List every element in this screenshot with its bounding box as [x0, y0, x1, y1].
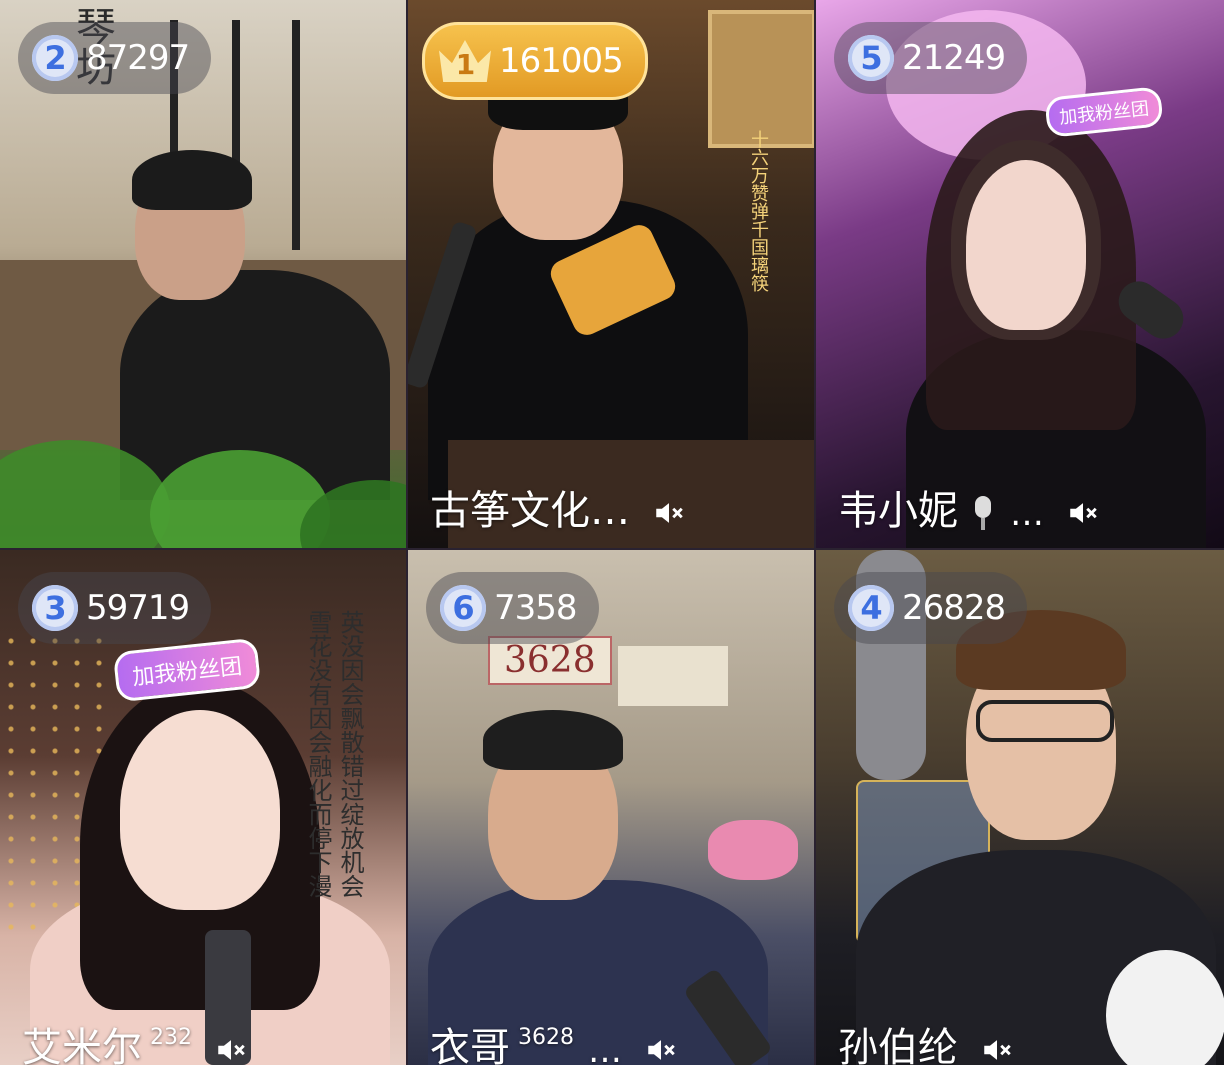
rank-badge: 1 161005 [422, 22, 648, 100]
streamer-face [120, 710, 280, 910]
score-value: 59719 [86, 588, 190, 628]
stream-tile-rank-1[interactable]: 十六万赞弹千国璃筷 1 161005 古筝文化… [408, 0, 814, 548]
erhu-instrument [292, 20, 300, 250]
speaker-muted-icon[interactable] [1066, 496, 1100, 530]
stream-tile-rank-3[interactable]: 加我粉丝团 英没因会飘散错过绽放机会 雪花没有因会融化而停下漫 3 59719 … [0, 550, 406, 1065]
rank-badge: 2 87297 [18, 22, 212, 94]
speaker-muted-icon[interactable] [644, 1033, 678, 1065]
microphone-icon [975, 496, 991, 530]
streamer-name-bar: 衣哥 3628 … [430, 1025, 678, 1065]
rank-badge: 3 59719 [18, 572, 212, 644]
hair [483, 710, 623, 770]
rank-number: 3 [32, 585, 78, 631]
name-ellipsis: … [1010, 494, 1044, 534]
streamer-name-bar: 韦小妮 … [838, 488, 1100, 534]
rank-badge: 6 7358 [426, 572, 599, 644]
streamer-face [966, 160, 1086, 330]
stream-tile-rank-5[interactable]: 加我粉丝团 5 21249 韦小妮 … [816, 0, 1224, 548]
streamer-name: 古筝文化… [430, 488, 630, 534]
streamer-name: 衣哥 [430, 1025, 510, 1065]
pink-basin [708, 820, 798, 880]
glasses [976, 700, 1114, 742]
streamer-name: 艾米尔 [22, 1025, 142, 1065]
plush-toy [1106, 950, 1224, 1065]
crown-icon: 1 [439, 36, 491, 86]
rank-number: 5 [848, 35, 894, 81]
lyrics-line: 雪花没有因会融化而停下漫 [304, 610, 332, 898]
side-text: 十六万赞弹千国璃筷 [748, 130, 769, 292]
rank-badge: 4 26828 [834, 572, 1028, 644]
score-value: 7358 [494, 588, 578, 628]
speaker-muted-icon[interactable] [652, 496, 686, 530]
stream-tile-rank-6[interactable]: 3628 6 7358 衣哥 3628 … [408, 550, 814, 1065]
score-value: 21249 [902, 38, 1006, 78]
speaker-muted-icon[interactable] [980, 1033, 1014, 1065]
speaker-muted-icon[interactable] [214, 1033, 248, 1065]
streamer-name-bar: 古筝文化… [430, 488, 686, 534]
score-value: 26828 [902, 588, 1006, 628]
wall-poster [618, 646, 728, 706]
rank-number: 2 [32, 35, 78, 81]
rank-number: 4 [848, 585, 894, 631]
stream-tile-rank-4[interactable]: 4 26828 孙伯纶 [816, 550, 1224, 1065]
rank-badge: 5 21249 [834, 22, 1028, 94]
stream-tile-rank-2[interactable]: 琴坊 2 87297 [0, 0, 406, 548]
score-value: 87297 [86, 38, 190, 78]
lyrics-line: 英没因会飘散错过绽放机会 [336, 610, 364, 898]
wall-frame [708, 10, 814, 148]
streamer-sup-number: 232 [150, 1025, 192, 1050]
streamer-name-bar: 孙伯纶 [838, 1025, 1014, 1065]
streamer-name: 孙伯纶 [838, 1025, 958, 1065]
streamer-name-bar: 艾米尔 232 [22, 1025, 248, 1065]
hair [132, 150, 252, 210]
name-ellipsis: … [588, 1031, 622, 1065]
score-value: 161005 [499, 41, 624, 81]
streamer-sup-number: 3628 [518, 1025, 574, 1050]
streamer-name: 韦小妮 [838, 488, 958, 534]
live-grid: 琴坊 2 87297 十六万赞弹千国璃筷 1 161005 古筝文化… 加我粉丝… [0, 0, 1224, 1065]
rank-number: 6 [440, 585, 486, 631]
